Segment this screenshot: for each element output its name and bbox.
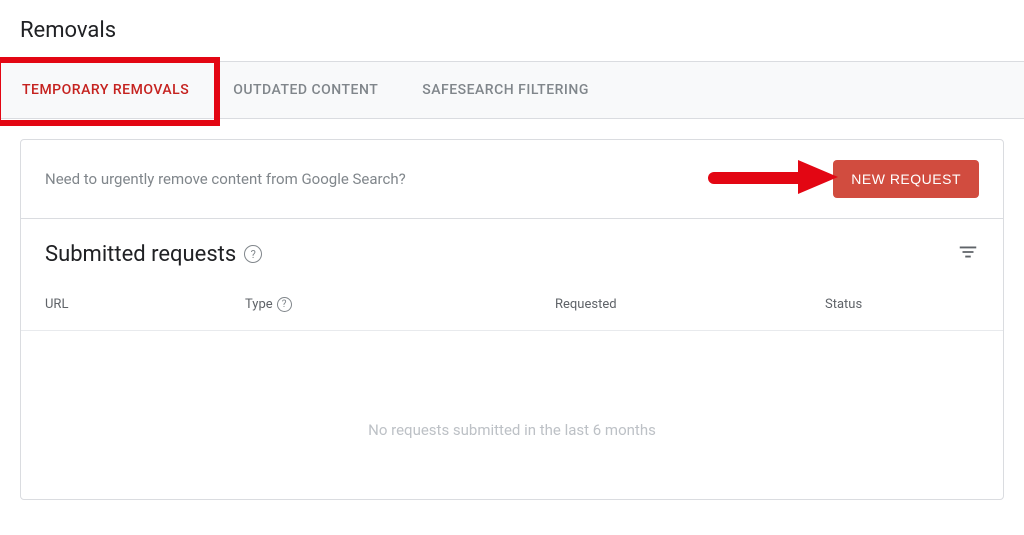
tab-outdated-content[interactable]: OUTDATED CONTENT <box>211 62 400 118</box>
section-title: Submitted requests <box>45 242 236 267</box>
empty-state-message: No requests submitted in the last 6 mont… <box>21 331 1003 499</box>
card-header: Need to urgently remove content from Goo… <box>21 140 1003 219</box>
section-title-wrap: Submitted requests ? <box>45 242 262 267</box>
help-icon[interactable]: ? <box>244 245 262 263</box>
column-header-url: URL <box>45 297 245 312</box>
help-icon[interactable]: ? <box>277 297 292 312</box>
page-title: Removals <box>0 0 1024 61</box>
column-header-status: Status <box>825 297 979 312</box>
new-request-button[interactable]: NEW REQUEST <box>833 160 979 198</box>
column-header-requested: Requested <box>555 297 825 312</box>
removals-card: Need to urgently remove content from Goo… <box>20 139 1004 500</box>
table-header-row: URL Type ? Requested Status <box>21 279 1003 331</box>
annotation-arrow-icon <box>708 160 838 198</box>
column-header-type: Type ? <box>245 297 555 312</box>
tabs-bar: TEMPORARY REMOVALS OUTDATED CONTENT SAFE… <box>0 61 1024 119</box>
filter-icon[interactable] <box>957 241 979 267</box>
tab-safesearch-filtering[interactable]: SAFESEARCH FILTERING <box>400 62 611 118</box>
column-header-type-label: Type <box>245 297 273 312</box>
tab-temporary-removals[interactable]: TEMPORARY REMOVALS <box>0 62 211 118</box>
section-header: Submitted requests ? <box>21 219 1003 279</box>
prompt-text: Need to urgently remove content from Goo… <box>45 170 406 188</box>
content-area: Need to urgently remove content from Goo… <box>0 119 1024 500</box>
